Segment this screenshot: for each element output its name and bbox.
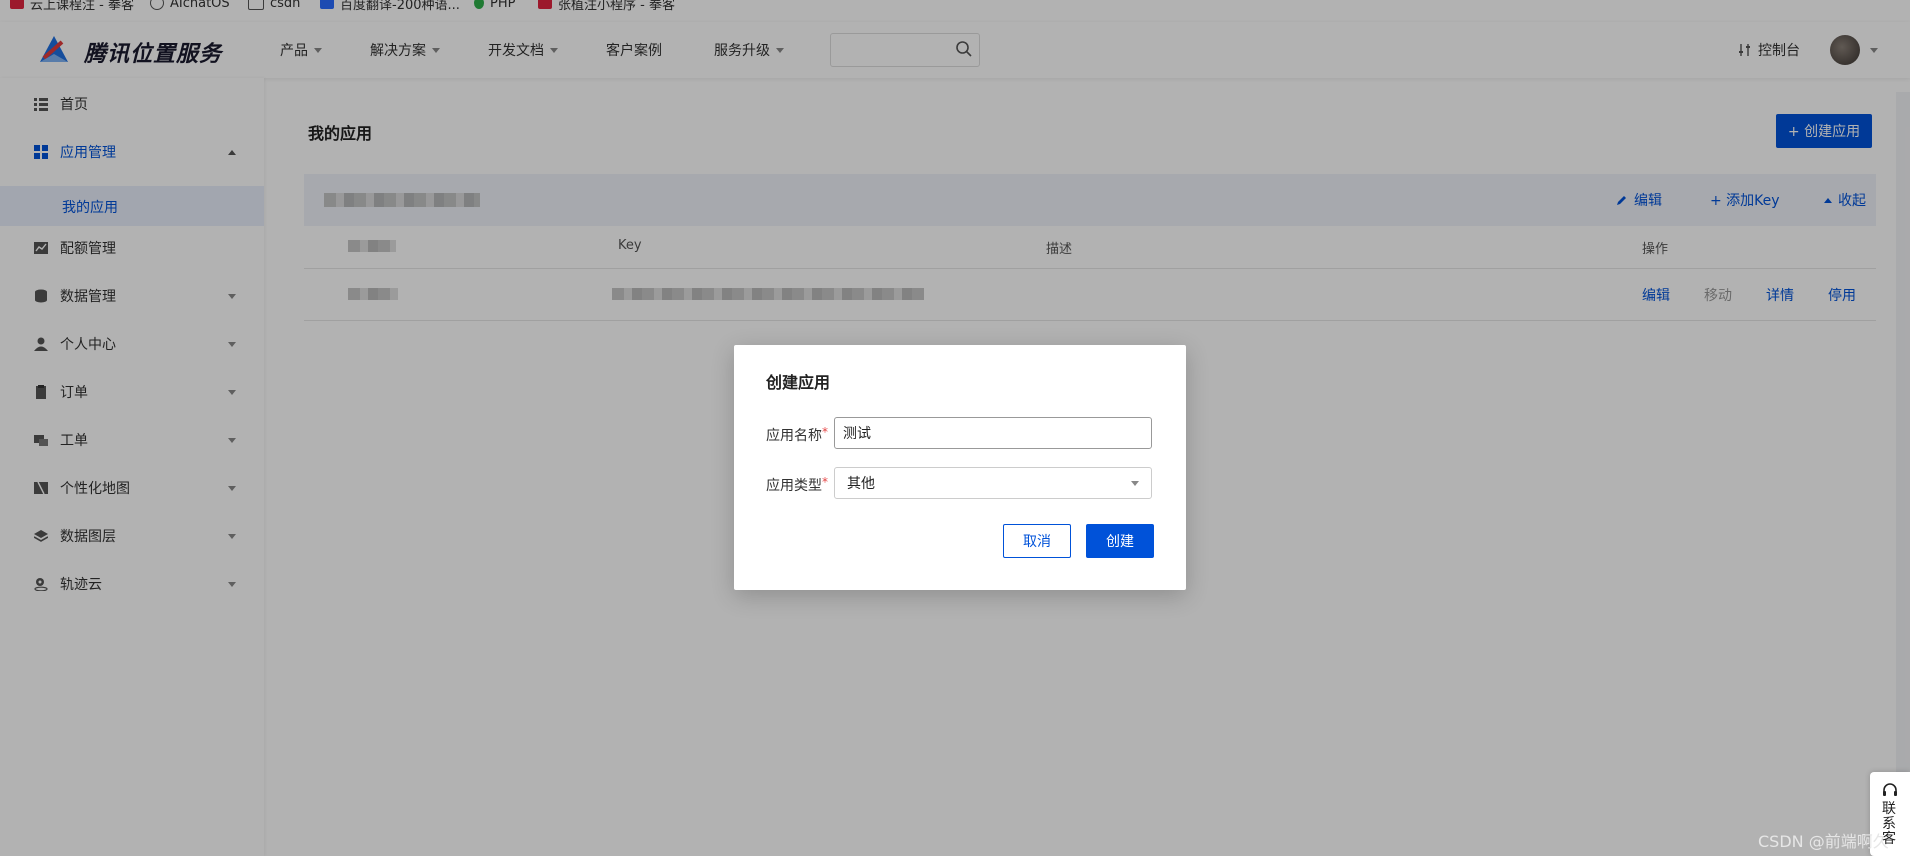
create-button[interactable]: 创建 [1086,524,1154,558]
required-asterisk: * [822,425,828,439]
chevron-down-icon [1131,481,1139,486]
app-type-select[interactable]: 其他 [834,467,1152,499]
create-app-dialog: 创建应用 应用名称* 测试 应用类型* 其他 取消 创建 [734,345,1186,590]
app-type-label: 应用类型* [766,475,828,494]
cancel-button[interactable]: 取消 [1003,524,1071,558]
dialog-title: 创建应用 [766,373,831,392]
headset-icon [1883,783,1897,796]
app-name-input[interactable]: 测试 [834,417,1152,449]
watermark: CSDN @前端啊久 [1758,832,1889,851]
app-name-label: 应用名称* [766,425,828,444]
required-asterisk: * [822,475,828,489]
